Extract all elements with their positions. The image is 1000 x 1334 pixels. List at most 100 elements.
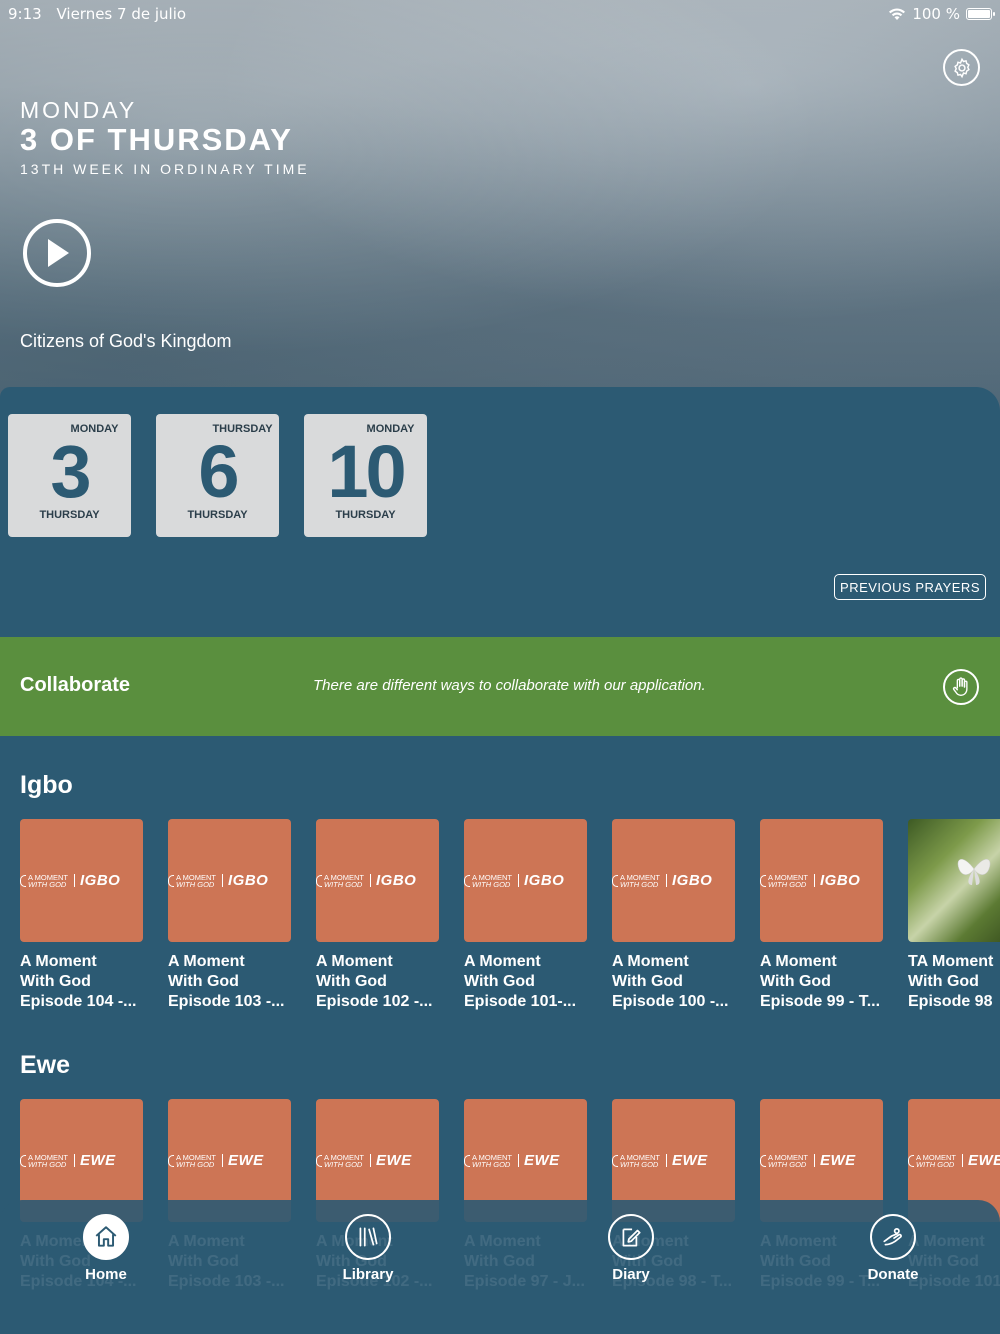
tab-label-home: Home: [85, 1266, 127, 1283]
episode-title-line: A Moment: [168, 953, 245, 970]
logo-mark: A MOMENT WITH GOD: [612, 1153, 660, 1169]
logo-line2: WITH GOD: [620, 1159, 659, 1169]
episode-title-line: With God: [760, 973, 831, 990]
library-icon: [345, 1214, 391, 1260]
play-button[interactable]: [23, 219, 91, 287]
logo-divider: [370, 874, 372, 887]
brand-logo: A MOMENT WITH GOD IGBO: [316, 872, 416, 889]
logo-language: EWE: [228, 1152, 264, 1169]
episode-card[interactable]: A MOMENT WITH GOD IGBO A Moment With God Epis…: [20, 819, 143, 1012]
logo-language: IGBO: [376, 872, 417, 889]
episode-title-line: With God: [464, 973, 535, 990]
tab-label-donate: Donate: [867, 1266, 919, 1283]
collaborate-banner[interactable]: Collaborate There are different ways to …: [0, 637, 1000, 736]
episode-title-line: Episode 102 -...: [316, 993, 433, 1010]
hero-banner: 9:13 Viernes 7 de julio 100 % MONDAY 3 O…: [0, 0, 1000, 420]
logo-language: EWE: [80, 1152, 116, 1169]
day-card-bottom: THURSDAY: [335, 509, 396, 521]
battery-percent: 100 %: [912, 5, 960, 23]
brand-logo: A MOMENT WITH GOD IGBO: [464, 872, 564, 889]
episode-card[interactable]: A MOMENT WITH GOD IGBO A Moment With God Epis…: [316, 819, 439, 1012]
logo-divider: [666, 1154, 668, 1167]
episode-thumbnail[interactable]: A MOMENT WITH GOD IGBO: [168, 819, 291, 942]
logo-mark: A MOMENT WITH GOD: [316, 873, 364, 889]
episode-title-line: Episode 104 -...: [20, 993, 137, 1010]
logo-divider: [74, 874, 76, 887]
logo-line2: WITH GOD: [768, 879, 807, 889]
episode-title: TA Moment With God Episode 98: [908, 952, 1000, 1012]
day-card[interactable]: MONDAY 3 THURSDAY: [8, 414, 131, 537]
episode-title-line: With God: [612, 973, 683, 990]
episode-title-line: With God: [168, 973, 239, 990]
tab-library[interactable]: Library: [323, 1214, 413, 1283]
collaborate-button[interactable]: [943, 669, 979, 705]
collaborate-text: There are different ways to collaborate …: [313, 677, 706, 694]
logo-mark: A MOMENT WITH GOD: [20, 1153, 68, 1168]
tab-diary[interactable]: Diary: [586, 1214, 676, 1283]
play-icon: [48, 239, 69, 267]
logo-language: EWE: [672, 1152, 708, 1169]
episode-card[interactable]: A MOMENT WITH GOD IGBO A Moment With God Epis…: [612, 819, 735, 1012]
logo-language: IGBO: [672, 872, 713, 889]
collaborate-title: Collaborate: [20, 674, 131, 696]
episode-title-line: With God: [316, 973, 387, 990]
logo-line2: WITH GOD: [324, 1159, 363, 1169]
episode-thumbnail[interactable]: A MOMENT WITH GOD IGBO: [316, 819, 439, 942]
episode-row-igbo: A MOMENT WITH GOD IGBO A Moment With God Epis…: [20, 819, 1000, 1012]
brand-logo: A MOMENTWITH GOD EWE: [908, 1152, 1000, 1169]
episode-thumbnail[interactable]: A MOMENT WITH GOD IGBO: [612, 819, 735, 942]
episode-title: A Moment With God Episode 103 -...: [168, 952, 291, 1012]
brand-logo: A MOMENTWITH GOD EWE: [168, 1152, 264, 1169]
episode-title: A Moment With God Episode 102 -...: [316, 952, 439, 1012]
episode-title-line: Episode 99 - T...: [760, 993, 881, 1010]
settings-button[interactable]: [943, 49, 980, 86]
prayer-caption: Citizens of God's Kingdom: [20, 331, 232, 351]
day-card[interactable]: MONDAY 10 THURSDAY: [304, 414, 427, 537]
logo-line2: WITH GOD: [324, 879, 363, 889]
episode-thumbnail[interactable]: A MOMENT WITH GOD IGBO: [760, 819, 883, 942]
logo-language: IGBO: [820, 872, 861, 889]
logo-language: EWE: [376, 1152, 412, 1169]
episode-title-line: A Moment: [20, 953, 97, 970]
episode-thumbnail[interactable]: A MOMENT WITH GOD IGBO: [464, 819, 587, 942]
tab-home[interactable]: Home: [61, 1214, 151, 1283]
previous-prayers-button[interactable]: PREVIOUS PRAYERS: [834, 574, 986, 600]
day-card-bottom: THURSDAY: [39, 509, 100, 521]
logo-divider: [962, 1154, 964, 1167]
logo-line2: WITH GOD: [768, 1159, 807, 1169]
logo-mark: A MOMENT WITH GOD: [168, 1153, 216, 1169]
logo-mark: A MOMENT WITH GOD: [908, 1153, 956, 1169]
tab-donate[interactable]: Donate: [848, 1214, 938, 1283]
hero-subtitle: 13TH WEEK IN ORDINARY TIME: [20, 161, 310, 177]
episode-thumbnail[interactable]: A MOMENT WITH GOD IGBO: [20, 819, 143, 942]
brand-logo: A MOMENTWITH GOD EWE: [464, 1152, 560, 1169]
logo-line2: WITH GOD: [176, 1159, 215, 1169]
episode-title-line: Episode 101-...: [464, 993, 577, 1010]
episode-card[interactable]: TA Moment With God Episode 98: [908, 819, 1000, 1012]
episode-title-line: TA Moment: [908, 953, 994, 970]
hand-icon: [952, 677, 968, 696]
logo-divider: [222, 874, 224, 887]
brand-logo: A MOMENTWITH GOD EWE: [316, 1152, 412, 1169]
tab-label-diary: Diary: [612, 1266, 650, 1283]
episode-title-line: Episode 100 -...: [612, 993, 729, 1010]
logo-mark: A MOMENT WITH GOD: [20, 873, 68, 889]
home-icon: [83, 1214, 129, 1260]
logo-language: EWE: [820, 1152, 856, 1169]
logo-language: IGBO: [524, 872, 565, 889]
day-card[interactable]: THURSDAY 6 THURSDAY: [156, 414, 279, 537]
logo-line2: WITH GOD: [28, 879, 67, 889]
hero-title: 3 OF THURSDAY: [20, 122, 293, 157]
day-card-number: 3: [50, 430, 91, 513]
episode-card[interactable]: A MOMENT WITH GOD IGBO A Moment With God Epis…: [168, 819, 291, 1012]
episode-card[interactable]: A MOMENT WITH GOD IGBO A Moment With God Epis…: [464, 819, 587, 1012]
episode-title-line: With God: [908, 973, 979, 990]
status-bar: 9:13 Viernes 7 de julio 100 %: [8, 3, 995, 25]
brand-logo: A MOMENT WITH GOD IGBO: [612, 872, 712, 889]
episode-photo[interactable]: [908, 819, 1000, 942]
logo-line2: WITH GOD: [472, 1159, 511, 1169]
episode-card[interactable]: A MOMENT WITH GOD IGBO A Moment With God Epis…: [760, 819, 883, 1012]
logo-line2: WITH GOD: [916, 1159, 955, 1169]
logo-mark: A MOMENT WITH GOD: [464, 1153, 512, 1169]
status-time: 9:13: [8, 5, 42, 23]
